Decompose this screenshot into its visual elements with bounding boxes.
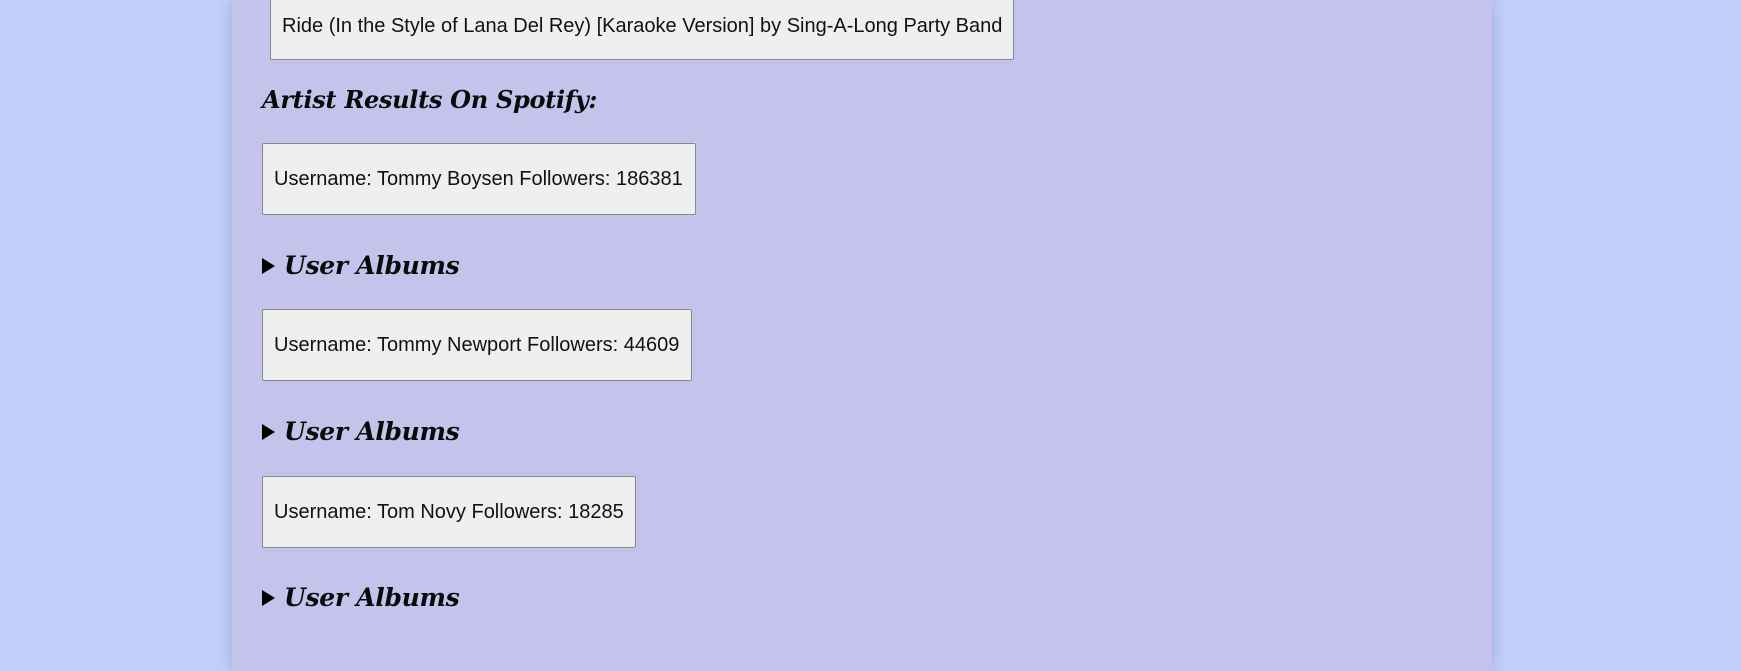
artist-result-text: Username: Tommy Newport Followers: 44609 (274, 333, 680, 356)
track-result-item: Ride (In the Style of Lana Del Rey) [Kar… (270, 0, 1014, 60)
artist-result-text: Username: Tommy Boysen Followers: 186381 (274, 167, 683, 190)
triangle-right-icon (262, 257, 275, 274)
artist-result-item: Username: Tom Novy Followers: 18285 (262, 476, 636, 548)
artist-results-heading: Artist Results On Spotify: (262, 85, 598, 114)
user-albums-label: User Albums (284, 583, 460, 612)
user-albums-toggle[interactable]: User Albums (262, 417, 460, 446)
artist-result-text: Username: Tom Novy Followers: 18285 (274, 500, 624, 523)
artist-result-item: Username: Tommy Boysen Followers: 186381 (262, 143, 696, 215)
user-albums-label: User Albums (284, 417, 460, 446)
track-result-text: Ride (In the Style of Lana Del Rey) [Kar… (282, 14, 1003, 37)
user-albums-toggle[interactable]: User Albums (262, 251, 460, 280)
triangle-right-icon (262, 423, 275, 440)
artist-result-item: Username: Tommy Newport Followers: 44609 (262, 309, 692, 381)
user-albums-label: User Albums (284, 251, 460, 280)
triangle-right-icon (262, 589, 275, 606)
user-albums-toggle[interactable]: User Albums (262, 583, 460, 612)
